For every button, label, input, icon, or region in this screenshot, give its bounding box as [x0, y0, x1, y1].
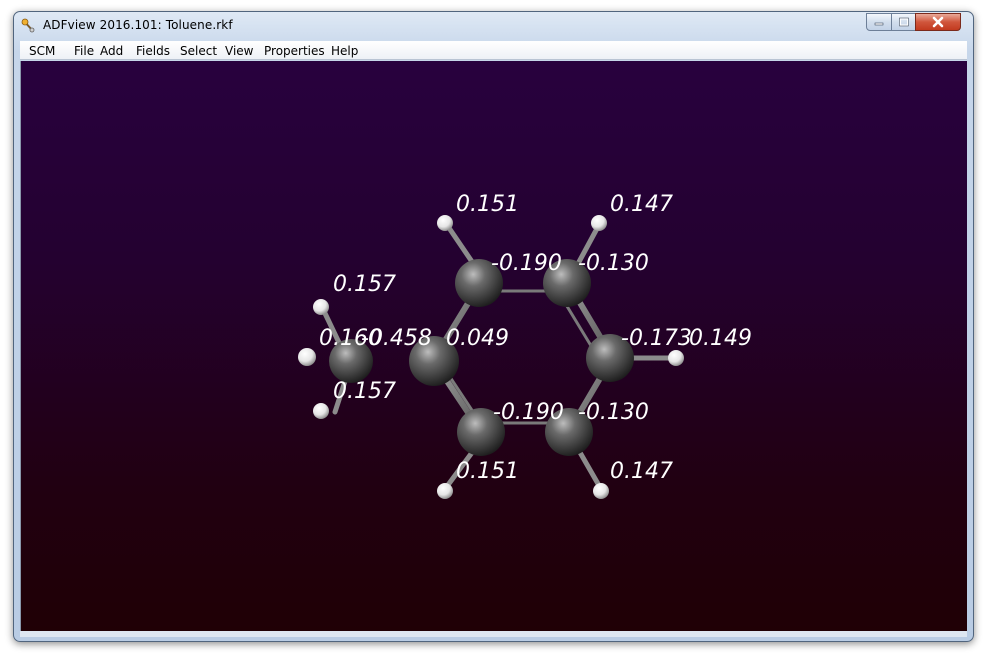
app-window: ADFview 2016.101: Toluene.rkf SCM File A…: [13, 11, 974, 642]
atom-h7[interactable]: [593, 483, 609, 499]
atom-h2[interactable]: [298, 348, 316, 366]
maximize-button[interactable]: [891, 13, 916, 31]
menu-scm[interactable]: SCM: [29, 44, 55, 58]
maximize-icon: [898, 17, 909, 27]
molecule-viewport[interactable]: 0.157 0.160 0.157 -0.458 0.049 0.151 0.1…: [20, 61, 967, 631]
atom-h4[interactable]: [437, 215, 453, 231]
close-button[interactable]: [915, 13, 961, 31]
menu-select[interactable]: Select: [180, 44, 217, 58]
charge-label-c6: -0.130: [578, 400, 649, 425]
charge-label-h3: 0.157: [333, 379, 396, 404]
app-icon: [21, 18, 35, 33]
title-bar[interactable]: ADFview 2016.101: Toluene.rkf: [14, 12, 973, 40]
minimize-icon: [874, 22, 884, 26]
window-title: ADFview 2016.101: Toluene.rkf: [43, 18, 233, 32]
menu-bar: SCM File Add Fields Select View Properti…: [20, 41, 967, 60]
close-icon: [932, 16, 944, 28]
charge-label-c7: -0.190: [493, 400, 564, 425]
menu-help[interactable]: Help: [331, 44, 358, 58]
charge-label-h6: 0.149: [689, 326, 752, 351]
charge-label-c5: -0.173: [621, 326, 692, 351]
menu-view[interactable]: View: [225, 44, 253, 58]
minimize-button[interactable]: [866, 13, 892, 31]
charge-label-h7: 0.147: [610, 459, 673, 484]
charge-label-h8: 0.151: [456, 459, 519, 484]
menu-file[interactable]: File: [74, 44, 94, 58]
atom-h1[interactable]: [313, 299, 329, 315]
charge-labels: 0.157 0.160 0.157 -0.458 0.049 0.151 0.1…: [319, 192, 752, 484]
charge-label-c4: -0.130: [578, 251, 649, 276]
charge-label-h4: 0.151: [456, 192, 519, 217]
charge-label-c2: 0.049: [446, 326, 509, 351]
charge-label-c3: -0.190: [491, 251, 562, 276]
menu-fields[interactable]: Fields: [136, 44, 170, 58]
atom-h5[interactable]: [591, 215, 607, 231]
molecule-canvas[interactable]: 0.157 0.160 0.157 -0.458 0.049 0.151 0.1…: [21, 61, 967, 631]
menu-add[interactable]: Add: [100, 44, 123, 58]
atom-h3[interactable]: [313, 403, 329, 419]
charge-label-h1: 0.157: [333, 272, 396, 297]
status-bar: [20, 631, 967, 637]
atom-h6[interactable]: [668, 350, 684, 366]
atom-h8[interactable]: [437, 483, 453, 499]
charge-label-c1: -0.458: [361, 326, 432, 351]
charge-label-h5: 0.147: [610, 192, 673, 217]
menu-properties[interactable]: Properties: [264, 44, 325, 58]
